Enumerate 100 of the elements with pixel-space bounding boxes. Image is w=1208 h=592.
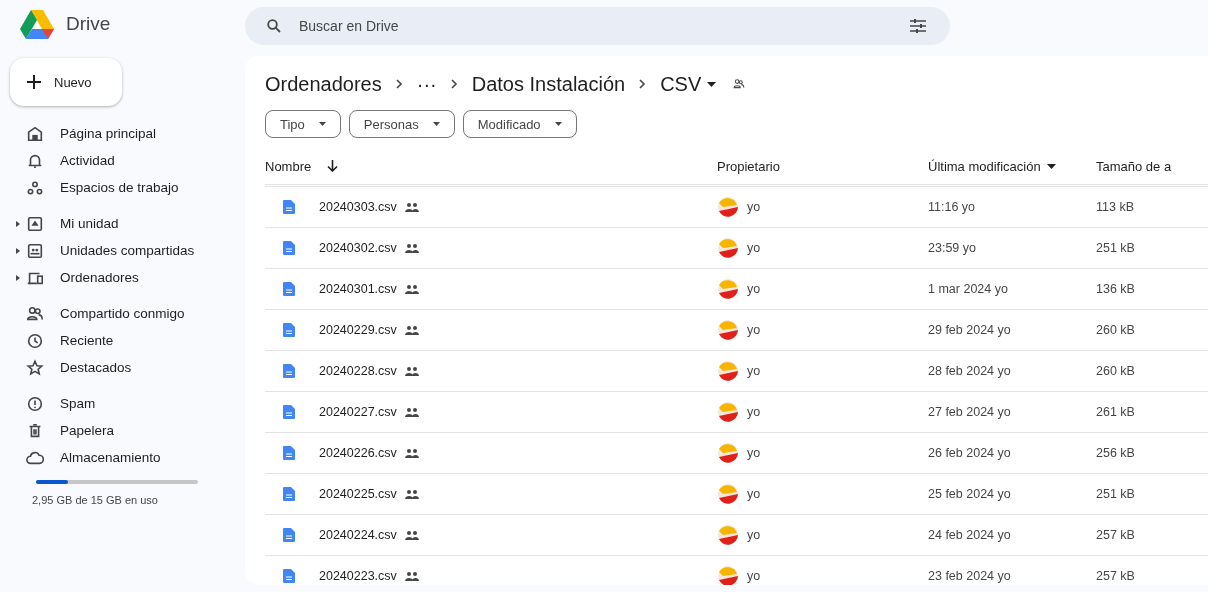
storage-text: 2,95 GB de 15 GB en uso: [32, 494, 159, 506]
avatar-icon: [717, 237, 739, 259]
shared-icon: [404, 284, 419, 294]
owner-name: yo: [747, 405, 761, 419]
column-header: Nombre: [265, 158, 312, 174]
circles-icon: [26, 178, 44, 197]
breadcrumb-current[interactable]: CSV: [660, 72, 702, 96]
document-icon: [283, 405, 295, 419]
column-header: Tamaño de a: [1096, 158, 1172, 174]
file-size: 257 kB: [1096, 528, 1135, 542]
chevron-icon: [639, 79, 647, 89]
modified-date: 11:16 yo: [928, 200, 976, 214]
home-icon: [26, 124, 44, 143]
avatar-icon: [717, 442, 739, 464]
sidebar-item[interactable]: Spam: [10, 390, 245, 417]
sidebar-item[interactable]: Compartido conmigo: [10, 300, 245, 327]
expand-arrow-icon[interactable]: [16, 275, 20, 281]
shared-icon: [404, 407, 419, 417]
app-name: Drive: [66, 13, 111, 35]
sidebar-item[interactable]: Mi unidad: [10, 210, 245, 237]
caret-icon[interactable]: [707, 81, 717, 87]
file-name: 20240302.csv: [319, 241, 397, 255]
people-icon[interactable]: [732, 78, 747, 90]
file-name: 20240224.csv: [319, 528, 397, 542]
breadcrumb-link[interactable]: ···: [416, 72, 437, 96]
sidebar-item[interactable]: Papelera: [10, 417, 245, 444]
shared-icon: [404, 325, 419, 335]
modified-date: 26 feb 2024 yo: [928, 446, 1011, 460]
chevron-icon: [450, 79, 458, 89]
modified-date: 25 feb 2024 yo: [928, 487, 1011, 501]
file-name: 20240223.csv: [319, 569, 397, 583]
filter-options-icon[interactable]: [910, 19, 926, 33]
drive-logo: [20, 9, 54, 39]
sidebar-item[interactable]: Página principal: [10, 120, 245, 147]
warning-icon: [26, 394, 44, 413]
sidebar-item[interactable]: Ordenadores: [10, 264, 245, 291]
file-name: 20240225.csv: [319, 487, 397, 501]
modified-date: 24 feb 2024 yo: [928, 528, 1011, 542]
shared-icon: [404, 243, 419, 253]
sidebar-item[interactable]: Destacados: [10, 354, 245, 381]
caret-icon[interactable]: [1046, 163, 1056, 169]
document-icon: [283, 200, 295, 214]
sidebar-item[interactable]: Almacenamiento: [10, 444, 245, 471]
file-name: 20240301.csv: [319, 282, 397, 296]
breadcrumb-link[interactable]: Datos Instalación: [471, 72, 626, 96]
caret-icon: [432, 122, 440, 126]
shared-icon: [404, 366, 419, 376]
file-size: 261 kB: [1096, 405, 1135, 419]
document-icon: [283, 528, 295, 542]
plus-icon: [26, 74, 42, 90]
search-field[interactable]: Buscar en Drive: [245, 7, 950, 45]
file-name: 20240226.csv: [319, 446, 397, 460]
document-icon: [283, 487, 295, 501]
owner-name: yo: [747, 446, 761, 460]
filter-chip[interactable]: Modificado: [462, 110, 577, 138]
file-size: 136 kB: [1096, 282, 1135, 296]
sidebar-item[interactable]: Espacios de trabajo: [10, 174, 245, 201]
star-icon: [26, 358, 44, 377]
file-name: 20240228.csv: [319, 364, 397, 378]
sidebar-item[interactable]: Reciente: [10, 327, 245, 354]
modified-date: 27 feb 2024 yo: [928, 405, 1011, 419]
clock-icon: [26, 331, 44, 350]
shared-icon: [404, 448, 419, 458]
file-name: 20240303.csv: [319, 200, 397, 214]
new-button[interactable]: Nuevo: [10, 58, 122, 106]
owner-name: yo: [747, 200, 761, 214]
filter-chip[interactable]: Personas: [348, 110, 455, 138]
document-icon: [283, 364, 295, 378]
avatar-icon: [717, 565, 739, 585]
document-icon: [283, 446, 295, 460]
owner-name: yo: [747, 487, 761, 501]
owner-name: yo: [747, 528, 761, 542]
caret-icon: [554, 122, 562, 126]
sort-arrow-icon[interactable]: [327, 160, 339, 172]
file-size: 260 kB: [1096, 323, 1135, 337]
avatar-icon: [717, 278, 739, 300]
document-icon: [283, 241, 295, 255]
file-size: 113 kB: [1096, 200, 1134, 214]
file-size: 260 kB: [1096, 364, 1135, 378]
shared-icon: [404, 202, 419, 212]
avatar-icon: [717, 401, 739, 423]
avatar-icon: [717, 483, 739, 505]
file-name: 20240227.csv: [319, 405, 397, 419]
modified-date: 1 mar 2024 yo: [928, 282, 1008, 296]
sidebar-item[interactable]: Actividad: [10, 147, 245, 174]
sidebar-item[interactable]: Unidades compartidas: [10, 237, 245, 264]
document-icon: [283, 282, 295, 296]
filter-chip[interactable]: Tipo: [265, 110, 341, 138]
modified-date: 29 feb 2024 yo: [928, 323, 1011, 337]
avatar-icon: [717, 360, 739, 382]
document-icon: [283, 323, 295, 337]
breadcrumb-link[interactable]: Ordenadores: [265, 72, 382, 96]
column-header: Última modificación: [928, 158, 1041, 174]
file-name: 20240229.csv: [319, 323, 397, 337]
expand-arrow-icon[interactable]: [16, 221, 20, 227]
caret-icon: [318, 122, 326, 126]
expand-arrow-icon[interactable]: [16, 248, 20, 254]
owner-name: yo: [747, 364, 761, 378]
file-size: 256 kB: [1096, 446, 1135, 460]
owner-name: yo: [747, 569, 761, 583]
